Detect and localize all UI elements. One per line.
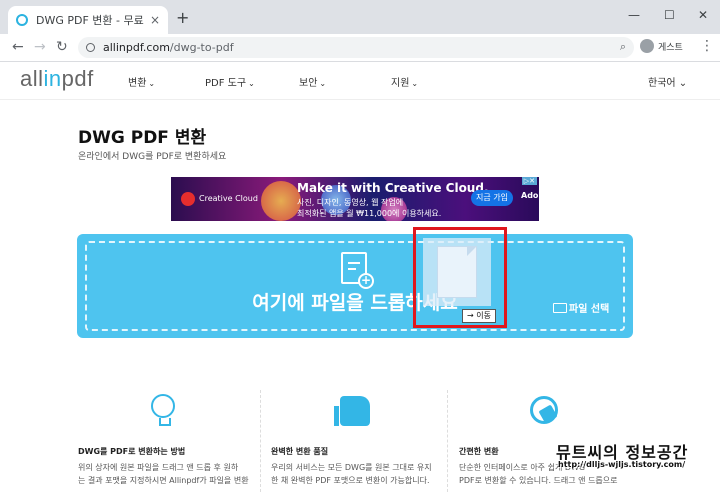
ad-copy-line: 사진, 디자인, 동영상, 웹 작업에 (297, 198, 404, 207)
choose-file-button[interactable]: 파일 선택 (553, 300, 609, 315)
ad-art (261, 181, 301, 221)
nav-support[interactable]: 지원 ⌄ (391, 74, 418, 89)
drop-zone-text: 여기에 파일을 드롭하세요 (252, 292, 458, 314)
adobe-logo: Adobe (521, 191, 539, 200)
feature-title: DWG를 PDF로 변환하는 방법 (78, 447, 186, 456)
feature-description: PDF로 변환할 수 있습니다. 드래그 앤 드롭으로 (459, 476, 618, 485)
browser-tab-strip: DWG PDF 변환 - 무료 온라인 D × + — ☐ ✕ (0, 0, 720, 34)
thumbs-up-icon (334, 396, 370, 426)
feature-description: 위의 상자에 원본 파일을 드래그 앤 드롭 후 원하 (78, 463, 239, 472)
url-host: allinpdf.com (103, 41, 170, 54)
logo-part-all: all (20, 66, 44, 91)
chevron-down-icon: ⌄ (148, 79, 156, 88)
new-tab-button[interactable]: + (176, 10, 189, 26)
site-header: allinpdf 변환 ⌄ PDF 도구 ⌄ 보안 ⌄ 지원 ⌄ 한국어 ⌄ (0, 62, 720, 100)
chevron-down-icon: ⌄ (319, 79, 327, 88)
chevron-down-icon: ⌄ (411, 79, 419, 88)
profile-button[interactable]: 게스트 (640, 39, 683, 53)
ad-choices-icon[interactable]: ▷✕ (521, 177, 537, 185)
feature-title: 간편한 변환 (459, 447, 499, 456)
browser-menu-icon[interactable]: ⋮ (700, 39, 714, 53)
back-button[interactable]: ← (12, 39, 24, 55)
logo-part-pdf: pdf (61, 66, 94, 91)
lock-icon (86, 43, 95, 52)
forward-button[interactable]: → (34, 39, 46, 55)
annotation-highlight-box (413, 227, 507, 328)
tab-title: DWG PDF 변환 - 무료 온라인 D (36, 14, 144, 27)
logo-part-in: in (43, 66, 62, 91)
url-path: /dwg-to-pdf (169, 41, 234, 54)
watermark-url: http://dlljs-wjljs.tistory.com/ (558, 460, 686, 469)
browser-tab[interactable]: DWG PDF 변환 - 무료 온라인 D × (8, 6, 168, 34)
ad-copy-line: 최적화된 앱을 월 ₩11,000에 이용하세요. (297, 209, 442, 218)
feature-divider (260, 390, 261, 492)
feature-description: 한 채 완벽한 PDF 포맷으로 변환이 가능합니다. (271, 476, 430, 485)
site-logo[interactable]: allinpdf (20, 66, 94, 92)
nav-security-label: 보안 (299, 78, 318, 89)
ad-cta-button[interactable]: 지금 가입 (471, 190, 513, 206)
creative-cloud-icon (181, 192, 195, 206)
browser-toolbar: ← → ↻ allinpdf.com /dwg-to-pdf ⌕ 게스트 ⋮ (0, 34, 720, 62)
folder-icon (553, 302, 567, 313)
ad-headline: Make it with Creative Cloud. (297, 181, 489, 195)
add-file-icon: + (341, 252, 374, 289)
nav-convert[interactable]: 변환 ⌄ (128, 74, 155, 89)
profile-label: 게스트 (658, 42, 683, 53)
choose-file-label: 파일 선택 (569, 304, 610, 315)
language-selector[interactable]: 한국어 ⌄ (648, 74, 687, 89)
page-subtitle: 온라인에서 DWG를 PDF로 변환하세요 (78, 152, 227, 162)
feature-title: 완벽한 변환 품질 (271, 447, 329, 456)
ad-brand: Creative Cloud (199, 194, 258, 203)
feature-divider (447, 390, 448, 492)
language-label: 한국어 (648, 78, 676, 89)
cursor-click-icon (530, 396, 558, 424)
minimize-button[interactable]: — (628, 8, 640, 22)
lightbulb-icon (151, 394, 175, 426)
page-title: DWG PDF 변환 (78, 128, 207, 148)
nav-support-label: 지원 (391, 78, 410, 89)
nav-convert-label: 변환 (128, 78, 147, 89)
file-drop-zone[interactable]: + 여기에 파일을 드롭하세요 파일 선택 (77, 234, 633, 338)
address-bar[interactable]: allinpdf.com /dwg-to-pdf ⌕ (78, 37, 634, 58)
avatar-icon (640, 39, 654, 53)
chevron-down-icon: ⌄ (248, 79, 255, 88)
tab-close-icon[interactable]: × (150, 13, 160, 27)
nav-pdf-tools-label: PDF 도구 (205, 78, 247, 89)
nav-security[interactable]: 보안 ⌄ (299, 74, 326, 89)
feature-description: 는 결과 포맷을 지정하시면 Allinpdf가 파일을 변환 (78, 476, 249, 485)
zoom-icon[interactable]: ⌕ (620, 40, 626, 54)
site-favicon-icon (16, 14, 28, 26)
close-window-button[interactable]: ✕ (698, 8, 708, 22)
ad-banner[interactable]: Creative Cloud Make it with Creative Clo… (171, 177, 539, 221)
chevron-down-icon: ⌄ (678, 78, 688, 89)
maximize-button[interactable]: ☐ (664, 8, 675, 22)
reload-button[interactable]: ↻ (56, 39, 68, 55)
nav-pdf-tools[interactable]: PDF 도구 ⌄ (205, 74, 255, 89)
feature-description: 우리의 서비스는 모든 DWG를 원본 그대로 유지 (271, 463, 432, 472)
